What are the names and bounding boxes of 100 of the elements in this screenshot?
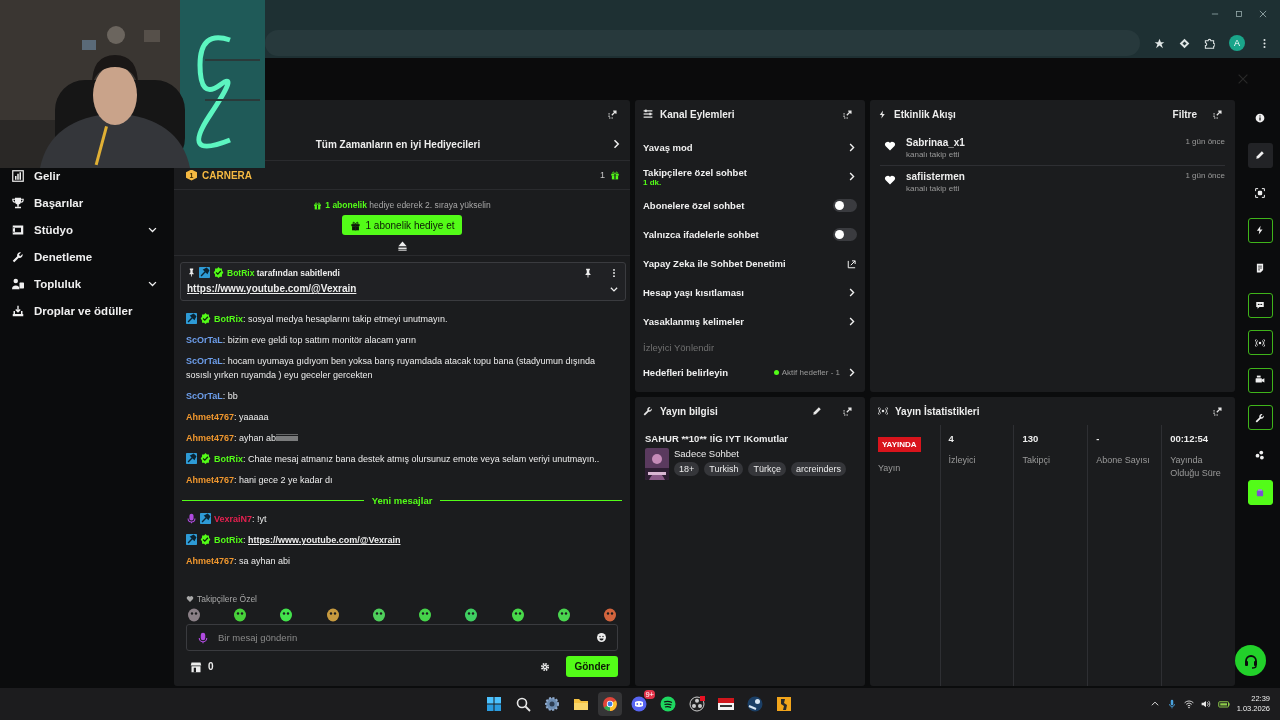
event-username: safiistermen [906,171,966,182]
toolbar-button[interactable] [1247,367,1273,393]
popout-icon[interactable] [842,405,853,417]
message-field[interactable]: Bir mesaj gönderin [186,624,618,651]
popout-icon[interactable] [607,108,618,120]
wrench-icon [1255,412,1265,423]
action-label[interactable]: Hesap yaşı kısıtlaması [643,287,840,298]
document-icon [1255,262,1265,273]
emote-icon[interactable] [509,608,526,622]
chat-message: ScOrTaL: hocam uyumaya gıdıyom ben yoksa barış ruyamdada atacak topu bana (stadyumun dışında sosıslı yırken ruyamda ) eyu geceler gercekten [186,356,596,380]
toolbar-button[interactable] [1247,142,1273,168]
toolbar-button[interactable] [1247,292,1273,318]
action-label[interactable]: Abonelere özel sohbet [643,200,827,211]
collapse-icon[interactable] [396,240,408,251]
emote-icon[interactable] [186,608,202,622]
emote-icon[interactable] [232,608,249,622]
emote-icon[interactable] [463,608,480,622]
battery-icon[interactable] [1217,698,1230,710]
pencil-icon[interactable] [812,406,822,416]
tag-chip[interactable]: arcreinders [790,462,846,476]
top-gifters-link[interactable]: Tüm Zamanların en iyi Hediyecileri [315,138,481,150]
emote-icon[interactable] [601,608,618,622]
popout-icon[interactable] [842,108,853,120]
volume-icon[interactable] [1200,699,1211,709]
sidebar-item[interactable]: Gelir [34,169,158,182]
external-link-icon[interactable] [847,258,857,269]
emote-icon[interactable] [324,608,341,622]
microphone-icon[interactable] [1166,699,1177,709]
popout-icon[interactable] [1212,108,1223,120]
gift-prompt: 1 abonelik hediye ederek 2. sıraya yükselin [325,200,491,210]
chat-message: BotRix: Chate mesaj atmanız bana destek atmış olursunuz emote veya selam veriyi unutmayın.. [214,453,600,464]
sidebar-item[interactable]: Denetleme [34,250,158,263]
sidebar-item[interactable]: Topluluk [34,277,137,290]
action-label[interactable]: Yapay Zeka ile Sohbet Denetimi [643,258,841,269]
stat-value: 00:12:54 [1170,433,1210,444]
store-icon[interactable] [190,660,202,673]
maximize-icon[interactable] [1234,9,1244,19]
gift-icon [349,219,361,231]
broadcast-icon [878,406,888,416]
send-button[interactable]: Gönder [566,656,618,677]
app-button[interactable] [1247,480,1273,505]
gift-subscription-button[interactable]: 1 abonelik hediye et [341,215,463,235]
chat-message: Ahmet4767: yaaaaa [186,411,269,422]
help-button[interactable] [1235,645,1266,676]
toggle-switch[interactable] [833,228,857,241]
settings-icon[interactable] [540,661,551,672]
broadcast-icon [1255,337,1265,348]
film-icon [12,223,24,236]
stat-label: İzleyici [948,454,977,467]
event-time: 1 gün önce [1185,171,1225,182]
toolbar-button[interactable] [1247,217,1273,243]
tag-chip[interactable]: 18+ [674,462,700,476]
wrench-icon [12,250,24,263]
link[interactable]: https://www.youtube.com/@Vexrain [187,283,357,294]
tag-chip[interactable]: Türkçe [748,462,786,476]
tag-chip[interactable]: Turkish [704,462,744,476]
emote-icon[interactable] [555,608,572,622]
sidebar-item[interactable]: Droplar ve ödüller [34,304,158,317]
record-icon [689,696,705,712]
stat-value: - [1096,433,1101,444]
action-label[interactable]: Yasaklanmış kelimeler [643,316,840,327]
pin-icon[interactable] [583,267,593,278]
microphone-icon [197,631,209,644]
sidebar-item[interactable]: Başarılar [34,196,158,209]
action-label[interactable]: Hedefleri belirleyin [643,367,768,378]
emoji-icon[interactable] [596,632,607,643]
sidebar-item[interactable]: Stüdyo [34,223,137,236]
toggle-switch[interactable] [833,199,857,212]
toolbar-button[interactable] [1247,330,1273,355]
close-icon[interactable] [1258,9,1268,19]
chat-message: BotRix: sosyal medya hesaplarını takip etmeyi unutmayın. [214,314,448,324]
focus-icon [1255,187,1265,198]
chat-message: ScOrTaL: bizim eve geldi top sattım monitör alacam yarın [186,335,416,345]
lightning-icon [878,109,887,119]
extension-icon[interactable] [1179,37,1190,49]
taskbar-button[interactable] [598,692,622,716]
action-label[interactable]: Takipçilere özel sohbet [643,166,840,178]
live-badge: YAYINDA [878,437,921,452]
browser-icon [602,696,618,712]
emote-icon[interactable] [417,608,434,622]
chevron-up-icon[interactable] [1149,699,1160,709]
action-label[interactable]: Yalnızca ifadelerle sohbet [643,229,827,240]
stat-label: Yayın [878,462,902,475]
emote-icon[interactable] [278,608,295,622]
filter-button[interactable]: Filtre [1172,108,1197,120]
pin-icon [187,268,196,277]
stream-title: SAHUR **10** !İG !YT !Komutlar [645,433,790,444]
toolbar-button[interactable] [1247,405,1273,430]
popout-icon[interactable] [1212,405,1223,417]
message-input[interactable]: Bir mesaj gönderin [218,632,587,643]
action-label[interactable]: Yavaş mod [643,142,840,153]
gift-count: 1 [600,170,605,180]
link[interactable]: https://www.youtube.com/@Vexrain [248,535,401,545]
puzzle-icon[interactable] [1204,37,1215,49]
wifi-icon[interactable] [1183,699,1194,709]
wrench-icon [643,406,653,416]
emote-icon[interactable] [370,608,387,622]
lightning-icon [1255,225,1265,235]
app-icon [718,696,734,712]
star-icon[interactable] [1154,37,1165,49]
